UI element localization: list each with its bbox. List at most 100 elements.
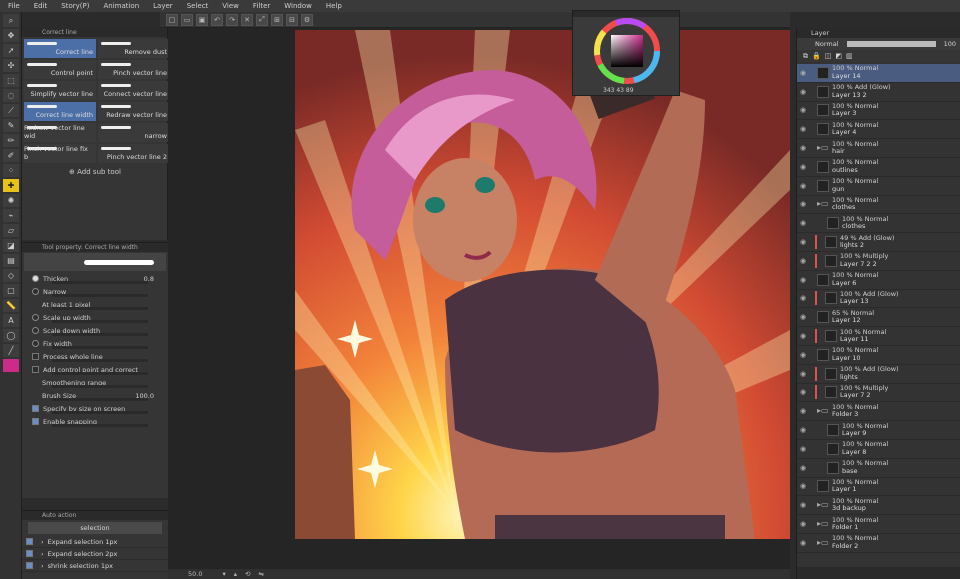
sub-tool-item[interactable]: Correct line width: [24, 102, 96, 121]
menu-item-story-p-[interactable]: Story(P): [61, 2, 89, 10]
chevron-right-icon[interactable]: ›: [41, 538, 44, 546]
airbrush-icon[interactable]: ⁘: [3, 164, 19, 177]
layer-row[interactable]: ◉ 100 % Add (Glow) Layer 13: [797, 290, 960, 309]
radio-button[interactable]: [32, 275, 39, 282]
layer-row[interactable]: ◉ 100 % Normal Layer 8: [797, 440, 960, 459]
fill-icon[interactable]: ◪: [3, 239, 19, 252]
opacity-value[interactable]: 100: [944, 40, 956, 48]
clear-icon[interactable]: ✕: [241, 13, 253, 26]
eye-icon[interactable]: ◉: [797, 445, 809, 453]
pen-icon[interactable]: ✎: [3, 119, 19, 132]
eye-icon[interactable]: ◉: [797, 144, 809, 152]
auto-action-item[interactable]: › shrink selection 1px: [22, 560, 168, 572]
layer-row[interactable]: ◉ 100 % Normal Layer 3: [797, 102, 960, 121]
eye-icon[interactable]: ◉: [797, 351, 809, 359]
layer-folder-row[interactable]: ◉ ▸▭ 100 % Normal 3d backup: [797, 496, 960, 516]
radio-button[interactable]: [32, 288, 39, 295]
auto-action-item[interactable]: › Expand selection 2px: [22, 548, 168, 560]
snap-ruler-icon[interactable]: ⊞: [271, 13, 283, 26]
checkbox[interactable]: [32, 366, 39, 373]
checkbox[interactable]: [26, 538, 33, 545]
sub-tool-item[interactable]: Pinch vector line fix b: [24, 144, 96, 163]
layer-folder-row[interactable]: ◉ ▸▭ 100 % Normal Folder 3: [797, 402, 960, 422]
operation-icon[interactable]: ➚: [3, 44, 19, 57]
eye-icon[interactable]: ◉: [797, 219, 809, 227]
layer-row[interactable]: ◉ 100 % Normal Layer 10: [797, 346, 960, 365]
undo-icon[interactable]: ↶: [211, 13, 223, 26]
eraser-icon[interactable]: ▱: [3, 224, 19, 237]
move-icon[interactable]: ✥: [3, 29, 19, 42]
correct-line-icon[interactable]: ✚: [3, 179, 19, 192]
layer-row[interactable]: ◉ 49 % Add (Glow) lights 2: [797, 233, 960, 252]
flip-icon[interactable]: ⇋: [258, 570, 263, 578]
sub-tool-item[interactable]: Simplify vector line: [24, 81, 96, 100]
artwork-canvas[interactable]: [295, 30, 790, 539]
layer-row[interactable]: ◉ 100 % Multiply Layer 7 2 2: [797, 252, 960, 271]
menu-item-file[interactable]: File: [8, 2, 20, 10]
layer-row[interactable]: ◉ 100 % Normal Layer 14: [797, 64, 960, 83]
eye-icon[interactable]: ◉: [797, 501, 809, 509]
eyedropper-icon[interactable]: ⟋: [3, 104, 19, 117]
eye-icon[interactable]: ◉: [797, 200, 809, 208]
menu-item-layer[interactable]: Layer: [153, 2, 173, 10]
sub-tool-item[interactable]: Redraw vector line: [98, 102, 170, 121]
blend-icon[interactable]: ⌁: [3, 209, 19, 222]
layer-row[interactable]: ◉ 100 % Add (Glow) Layer 13 2: [797, 83, 960, 102]
sub-tool-item[interactable]: Pinch vector line: [98, 60, 170, 79]
decoration-icon[interactable]: ✺: [3, 194, 19, 207]
eye-icon[interactable]: ◉: [797, 88, 809, 96]
color-icon[interactable]: ▥: [846, 52, 853, 60]
checkbox[interactable]: [32, 353, 39, 360]
sub-tool-tab[interactable]: Correct line: [22, 28, 167, 37]
layer-row[interactable]: ◉ 100 % Normal base: [797, 459, 960, 478]
checkbox[interactable]: [32, 418, 39, 425]
layer-row[interactable]: ◉ 65 % Normal Layer 12: [797, 308, 960, 328]
chevron-right-icon[interactable]: ›: [41, 550, 44, 558]
zoom-icon[interactable]: ⌕: [3, 14, 19, 27]
checkbox[interactable]: [26, 550, 33, 557]
sub-tool-item[interactable]: Connect vector line: [98, 81, 170, 100]
pencil-icon[interactable]: ✏: [3, 134, 19, 147]
layer-row[interactable]: ◉ 100 % Normal Layer 9: [797, 421, 960, 440]
eye-icon[interactable]: ◉: [797, 125, 809, 133]
frame-icon[interactable]: ▢: [3, 284, 19, 297]
gradient-icon[interactable]: ▤: [3, 254, 19, 267]
eye-icon[interactable]: ◉: [797, 69, 809, 77]
property-slider[interactable]: [52, 372, 148, 375]
lasso-icon[interactable]: ◌: [3, 89, 19, 102]
property-slider[interactable]: [52, 320, 148, 323]
property-slider[interactable]: [52, 346, 148, 349]
auto-action-dropdown[interactable]: selection: [28, 522, 162, 534]
property-slider[interactable]: [52, 281, 148, 284]
sub-tool-item[interactable]: Redraw vector line wid: [24, 123, 96, 142]
eye-icon[interactable]: ◉: [797, 182, 809, 190]
chevron-right-icon[interactable]: ›: [41, 562, 44, 570]
layer-row[interactable]: ◉ 100 % Normal Layer 6: [797, 271, 960, 290]
mask-icon[interactable]: ◩: [835, 52, 842, 60]
sub-tool-item[interactable]: Correct line: [24, 39, 96, 58]
property-slider[interactable]: [52, 333, 148, 336]
radio-button[interactable]: [32, 314, 39, 321]
opacity-slider[interactable]: [846, 41, 936, 47]
eye-icon[interactable]: ◉: [797, 539, 809, 547]
property-slider[interactable]: [52, 424, 148, 427]
layer-tab[interactable]: Layer: [797, 28, 960, 38]
eye-icon[interactable]: ◉: [797, 426, 809, 434]
ruler-icon[interactable]: 📏: [3, 299, 19, 312]
eye-icon[interactable]: ◉: [797, 464, 809, 472]
menu-item-select[interactable]: Select: [187, 2, 209, 10]
open-icon[interactable]: ▭: [181, 13, 193, 26]
property-slider[interactable]: [52, 307, 148, 310]
clip-icon[interactable]: ⧉: [803, 52, 808, 61]
layer-folder-row[interactable]: ◉ ▸▭ 100 % Normal Folder 1: [797, 515, 960, 534]
zoom-value[interactable]: 50.0: [188, 570, 202, 578]
sub-tool-item[interactable]: narrow: [98, 123, 170, 142]
eye-icon[interactable]: ◉: [797, 313, 809, 321]
eye-icon[interactable]: ◉: [797, 294, 809, 302]
eye-icon[interactable]: ◉: [797, 407, 809, 415]
layer-row[interactable]: ◉ 100 % Normal Layer 1: [797, 478, 960, 497]
eye-icon[interactable]: ◉: [797, 106, 809, 114]
add-sub-tool-button[interactable]: ⊕ Add sub tool: [22, 168, 168, 176]
radio-button[interactable]: [32, 327, 39, 334]
layer-row[interactable]: ◉ 100 % Add (Glow) lights: [797, 365, 960, 384]
